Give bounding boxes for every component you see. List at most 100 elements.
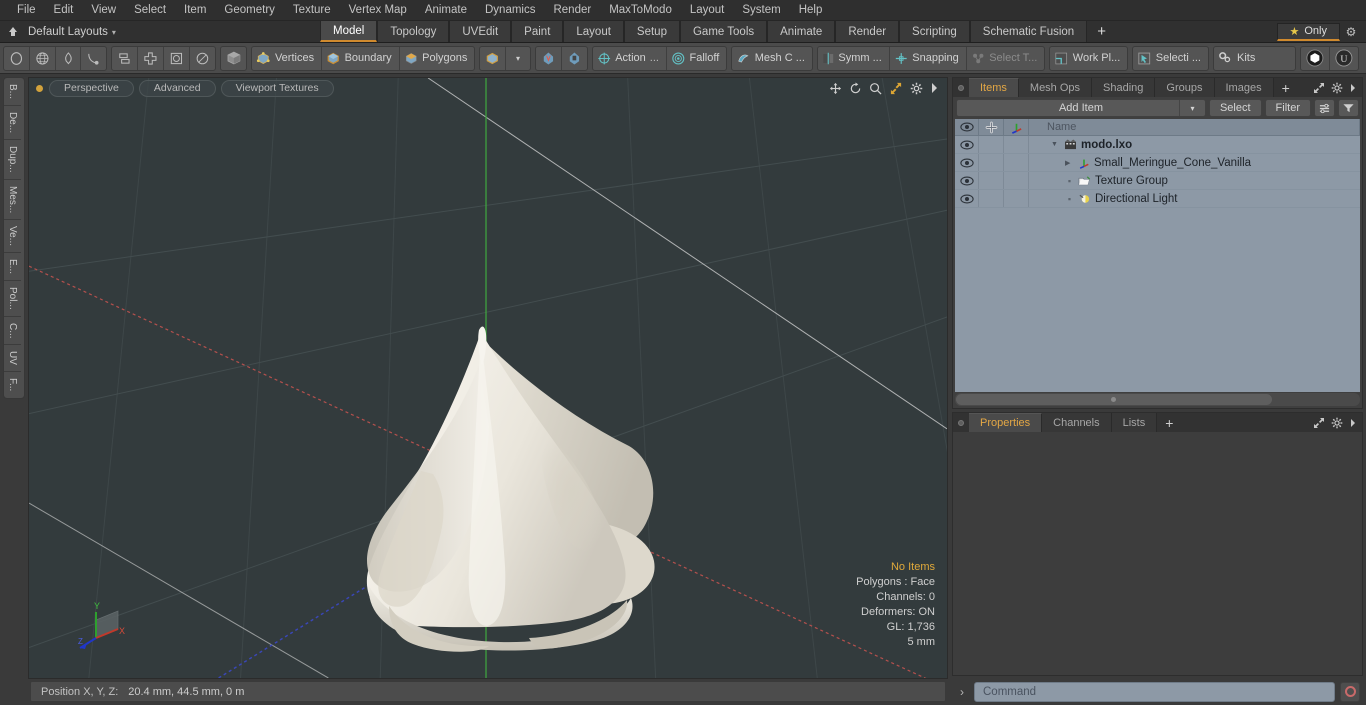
- gear-icon[interactable]: [910, 82, 923, 95]
- layout-tab-game-tools[interactable]: Game Tools: [679, 21, 768, 42]
- layout-tab-animate[interactable]: Animate: [767, 21, 836, 42]
- lock-cell[interactable]: [979, 172, 1004, 189]
- filter-button[interactable]: Filter: [1264, 99, 1311, 117]
- axis-cell[interactable]: [1004, 172, 1029, 189]
- expander-icon[interactable]: ▶: [1065, 159, 1074, 167]
- menu-item-file[interactable]: File: [8, 1, 45, 19]
- chevron-right-icon[interactable]: [1349, 418, 1357, 428]
- axis-cell[interactable]: [1004, 190, 1029, 207]
- home-icon[interactable]: [4, 24, 22, 40]
- chevron-right-icon[interactable]: [930, 82, 939, 94]
- record-icon[interactable]: [1340, 681, 1360, 702]
- item-name-cell[interactable]: ▶ Small_Meringue_Cone_Vanilla: [1029, 157, 1360, 169]
- eye-icon[interactable]: [955, 136, 979, 153]
- axis-column-header[interactable]: [1004, 119, 1029, 135]
- add-properties-tab-button[interactable]: +: [1157, 413, 1182, 432]
- lock-cell[interactable]: [979, 136, 1004, 153]
- work-plane-button[interactable]: Work Pl...: [1050, 47, 1127, 70]
- meringue-cone-mesh[interactable]: [329, 306, 689, 666]
- position-readout[interactable]: Position X, Y, Z: 20.4 mm, 44.5 mm, 0 m: [30, 681, 946, 702]
- axis-cell[interactable]: [1004, 154, 1029, 171]
- layout-tab-topology[interactable]: Topology: [377, 21, 450, 42]
- curve-icon[interactable]: [81, 47, 106, 70]
- symmetry-button[interactable]: Symm ...: [818, 46, 890, 70]
- viewport-textures-dropdown[interactable]: Viewport Textures: [220, 79, 334, 97]
- left-tab-c[interactable]: C...: [4, 317, 21, 346]
- menu-item-layout[interactable]: Layout: [681, 1, 734, 19]
- table-row[interactable]: ▪ Texture Group: [955, 172, 1360, 190]
- left-tab-mes[interactable]: Mes...: [4, 180, 21, 221]
- boundary-mode-button[interactable]: Boundary: [322, 46, 400, 70]
- layout-tab-schematic-fusion[interactable]: Schematic Fusion: [969, 21, 1088, 42]
- layout-tab-layout[interactable]: Layout: [563, 21, 624, 42]
- left-tab-b[interactable]: B...: [4, 78, 21, 107]
- menu-item-dynamics[interactable]: Dynamics: [476, 1, 544, 19]
- command-input[interactable]: Command: [974, 681, 1335, 702]
- menu-item-system[interactable]: System: [733, 1, 789, 19]
- item-tree-hscrollbar[interactable]: [955, 393, 1360, 406]
- axis-cell[interactable]: [1004, 136, 1029, 153]
- chevron-right-icon[interactable]: [1349, 83, 1357, 93]
- left-tab-dup[interactable]: Dup...: [4, 140, 21, 180]
- left-tab-ve[interactable]: Ve...: [4, 220, 21, 254]
- table-row[interactable]: ▶ Small_Meringue_Cone_Vanilla: [955, 154, 1360, 172]
- selection-button[interactable]: Selecti ...: [1133, 47, 1208, 70]
- axis-gizmo[interactable]: Y X Z: [74, 596, 134, 656]
- layout-tab-setup[interactable]: Setup: [623, 21, 680, 42]
- square-icon[interactable]: [164, 46, 190, 70]
- items-tab-images[interactable]: Images: [1214, 78, 1274, 97]
- gear-icon[interactable]: [1331, 82, 1343, 94]
- layout-tab-paint[interactable]: Paint: [511, 21, 564, 42]
- left-tab-pol[interactable]: Pol...: [4, 281, 21, 317]
- menu-item-render[interactable]: Render: [544, 1, 600, 19]
- eye-column-header[interactable]: [955, 119, 979, 135]
- ellipse-icon[interactable]: [190, 47, 215, 70]
- item-name-cell[interactable]: ▼ modo.lxo: [1029, 139, 1360, 151]
- properties-tab-lists[interactable]: Lists: [1111, 413, 1158, 432]
- polygons-mode-button[interactable]: Polygons: [400, 47, 475, 70]
- rotate-icon[interactable]: [849, 81, 862, 95]
- viewport-3d[interactable]: Perspective Advanced Viewport Textures N…: [28, 77, 948, 679]
- gear-icon[interactable]: [1331, 417, 1343, 429]
- layout-tab-render[interactable]: Render: [835, 21, 900, 42]
- funnel-icon[interactable]: [1338, 99, 1359, 117]
- select-button[interactable]: Select: [1208, 99, 1262, 117]
- gear-icon[interactable]: ⚙: [1340, 25, 1362, 39]
- expand-icon[interactable]: [1313, 82, 1325, 94]
- table-row[interactable]: ▼ modo.lxo: [955, 136, 1360, 154]
- lock-cell[interactable]: [979, 190, 1004, 207]
- left-tab-uv[interactable]: UV: [4, 345, 21, 373]
- viewport-shading-dropdown[interactable]: Advanced: [138, 79, 216, 97]
- eye-icon[interactable]: [955, 190, 979, 207]
- action-center-button[interactable]: Action ...: [593, 46, 667, 70]
- select-through-button[interactable]: Select T...: [967, 47, 1045, 70]
- vertices-mode-button[interactable]: Vertices: [252, 46, 323, 70]
- item-tree[interactable]: Name ▼ modo.lxo ▶ Small_Meringue_Cone_Vanil…: [955, 119, 1360, 392]
- menu-item-item[interactable]: Item: [175, 1, 215, 19]
- add-item-button[interactable]: Add Item ▾: [956, 99, 1206, 117]
- menu-item-geometry[interactable]: Geometry: [215, 1, 284, 19]
- center-icon[interactable]: [138, 46, 164, 70]
- menu-item-edit[interactable]: Edit: [45, 1, 83, 19]
- viewport-perspective-dropdown[interactable]: Perspective: [49, 79, 134, 97]
- menu-item-help[interactable]: Help: [790, 1, 832, 19]
- layout-tab-model[interactable]: Model: [320, 21, 378, 42]
- left-tab-de[interactable]: De...: [4, 106, 21, 141]
- kits-button[interactable]: Kits: [1214, 47, 1295, 70]
- items-tab-items[interactable]: Items: [969, 78, 1019, 97]
- left-tab-f[interactable]: F...: [4, 372, 21, 397]
- item-name-cell[interactable]: ▪ Texture Group: [1029, 175, 1360, 187]
- mesh-constraint-button[interactable]: Mesh C ...: [732, 47, 812, 70]
- lock-column-header[interactable]: [979, 119, 1004, 135]
- align-icon[interactable]: [112, 46, 139, 70]
- lock-cell[interactable]: [979, 154, 1004, 171]
- menu-item-view[interactable]: View: [82, 1, 125, 19]
- fit-icon[interactable]: [889, 82, 903, 95]
- eye-icon[interactable]: [955, 154, 979, 171]
- add-layout-tab-button[interactable]: +: [1087, 21, 1116, 42]
- properties-tab-properties[interactable]: Properties: [969, 413, 1043, 432]
- scrollbar-thumb[interactable]: [956, 394, 1272, 405]
- name-column-header[interactable]: Name: [1029, 119, 1360, 135]
- table-row[interactable]: ▪ Directional Light: [955, 190, 1360, 208]
- globe-icon[interactable]: [30, 46, 56, 70]
